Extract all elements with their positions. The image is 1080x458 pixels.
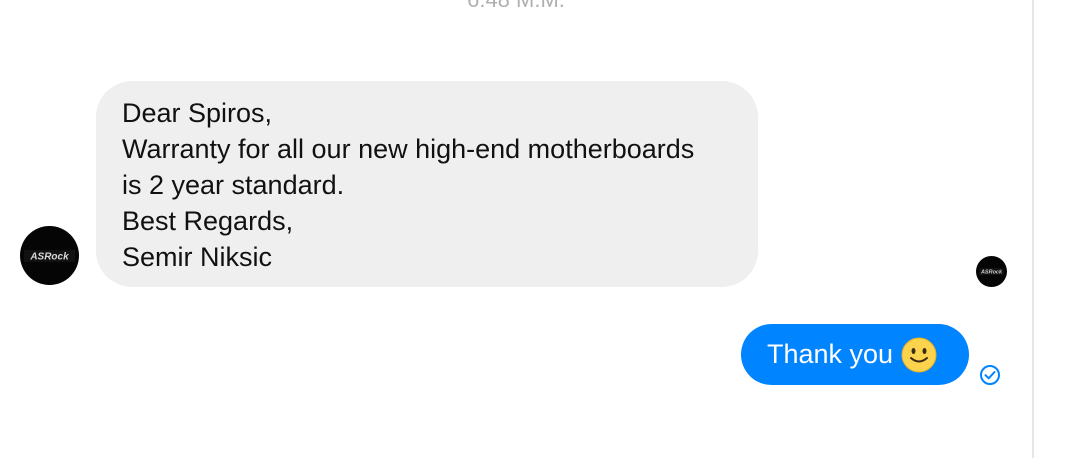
svg-text:ASRock: ASRock [29, 252, 69, 263]
message-line: is 2 year standard. [122, 170, 345, 200]
svg-text:ASRock: ASRock [980, 270, 1003, 276]
message-timestamp: 6:48 M.M. [0, 0, 1032, 11]
seen-by-avatar: ASRock [976, 256, 1007, 287]
outgoing-message-bubble[interactable]: Thank you [741, 324, 969, 385]
message-line: Dear Spiros, [122, 98, 273, 128]
asrock-logo-icon: ASRock [979, 268, 1004, 276]
slightly-smiling-face-icon [901, 337, 937, 372]
asrock-logo-icon: ASRock [24, 250, 75, 263]
message-line: Best Regards, [122, 206, 294, 236]
sender-avatar[interactable]: ASRock [20, 226, 79, 285]
incoming-message-bubble[interactable]: Dear Spiros, Warranty for all our new hi… [96, 81, 758, 287]
sent-check-icon [980, 365, 1000, 385]
outgoing-message-text: Thank you [767, 339, 894, 369]
message-line: Warranty for all our new high-end mother… [122, 134, 695, 164]
message-line: Semir Niksic [122, 242, 273, 272]
panel-divider [1032, 0, 1034, 458]
